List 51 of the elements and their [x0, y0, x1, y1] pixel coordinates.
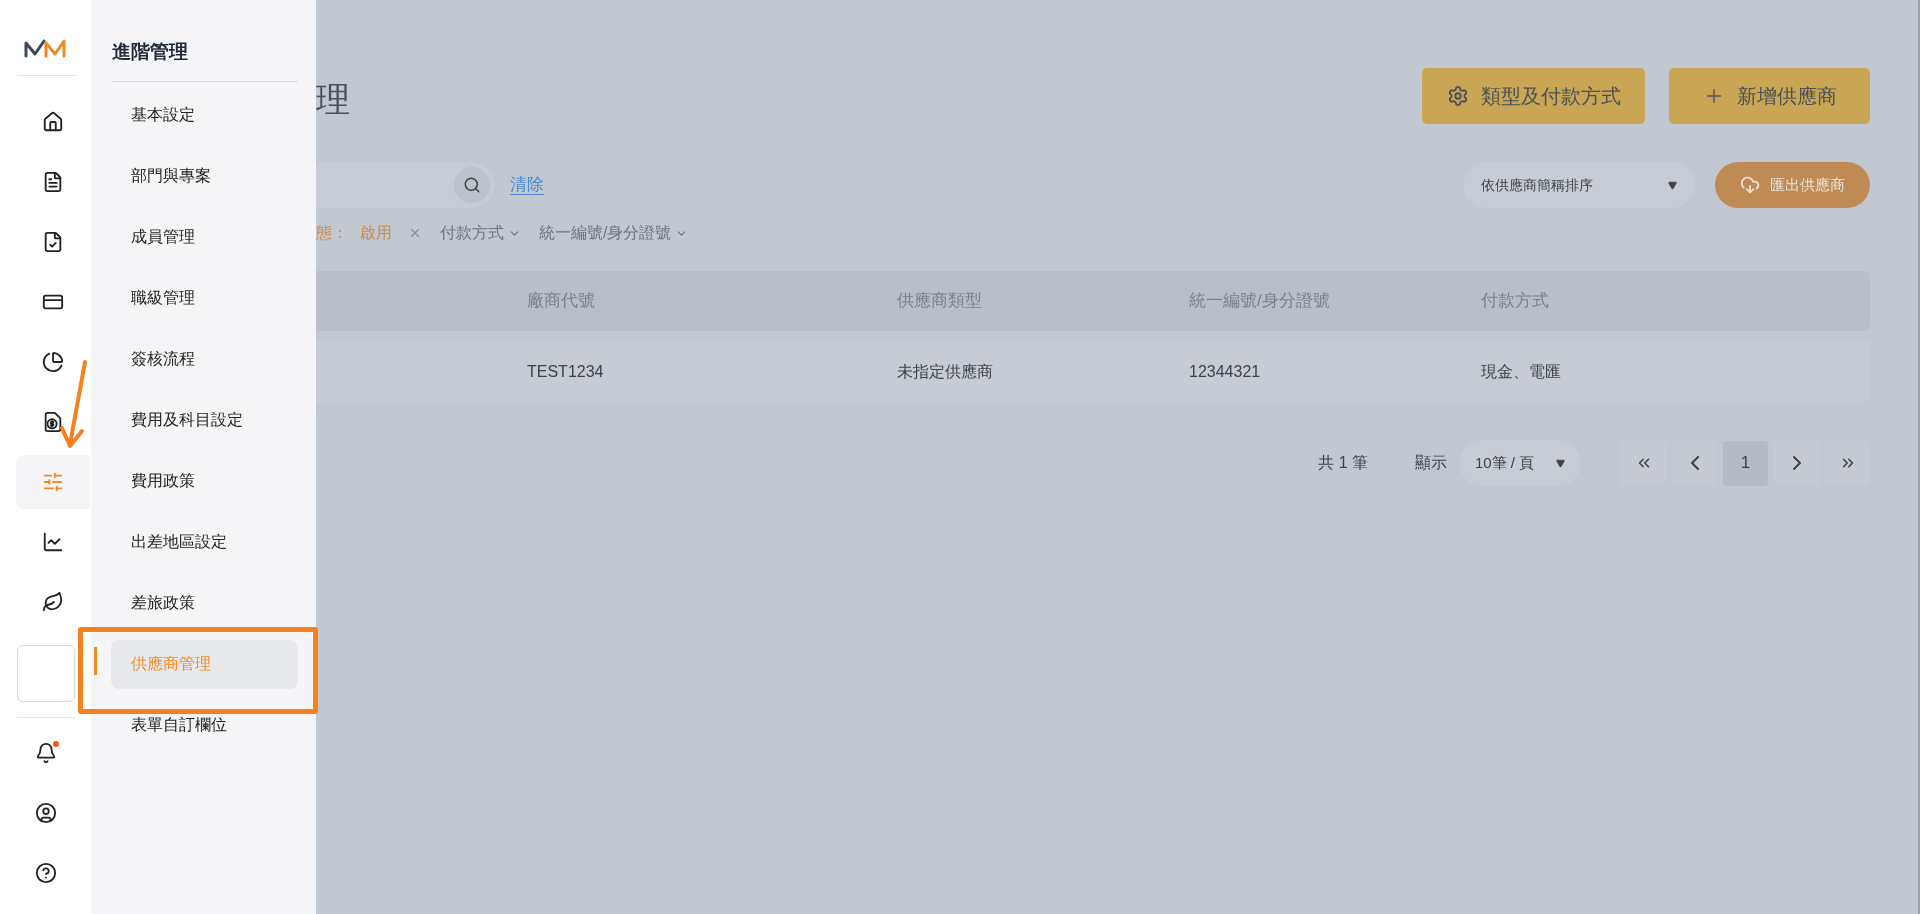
chevron-right-icon: [1792, 456, 1801, 470]
table-cell-text: TEST1234: [527, 362, 605, 382]
money-document-icon[interactable]: [42, 411, 64, 433]
menu-item[interactable]: 差旅政策: [111, 578, 298, 628]
page-button[interactable]: 1: [1723, 440, 1768, 486]
search-icon[interactable]: [463, 176, 481, 194]
menu-item[interactable]: 部門與專案: [111, 151, 298, 201]
sort-select[interactable]: 依供應商簡稱排序: [1463, 162, 1695, 208]
menu-item[interactable]: 簽核流程: [111, 334, 298, 384]
document-check-icon[interactable]: [42, 231, 64, 253]
home-icon[interactable]: [42, 111, 64, 133]
user-icon[interactable]: [34, 802, 57, 824]
page-title: 理: [316, 79, 350, 120]
menu-item[interactable]: 職級管理: [111, 273, 298, 323]
table-cell-text: 12344321: [1189, 362, 1262, 382]
bell-icon[interactable]: [34, 742, 57, 764]
menu-item[interactable]: 表單自訂欄位: [111, 700, 298, 750]
logo-icon: [23, 38, 68, 58]
menu-item[interactable]: 成員管理: [111, 212, 298, 262]
filter-value: 啟用: [360, 223, 392, 243]
leaf-icon[interactable]: [42, 591, 64, 613]
chevron-left-icon: [1690, 456, 1699, 470]
add-button[interactable]: 新增供應商: [1669, 68, 1870, 124]
table-cell-text: 未指定供應商: [897, 362, 994, 382]
page-size-label: 顯示: [1415, 453, 1447, 473]
column-header: 供應商類型: [897, 290, 983, 313]
search-field[interactable]: [316, 162, 495, 208]
dropdown-caret-icon: [1668, 180, 1677, 190]
menu-item[interactable]: 費用及科目設定: [111, 395, 298, 445]
menu-title: 進階管理: [111, 40, 189, 64]
page-size-select[interactable]: 10筆 / 頁: [1459, 440, 1581, 486]
pie-chart-icon[interactable]: [42, 351, 64, 373]
active-indicator: [94, 646, 97, 675]
menu-item[interactable]: 費用政策: [111, 456, 298, 506]
settings-button[interactable]: 類型及付款方式: [1422, 68, 1645, 124]
total-count: 共 1 筆: [1318, 453, 1368, 473]
table-cell-text: 現金、電匯: [1481, 362, 1562, 382]
blank-tile[interactable]: [16, 645, 75, 702]
menu-item[interactable]: 出差地區設定: [111, 517, 298, 567]
settings-icon: [1446, 85, 1469, 107]
sliders-icon[interactable]: [42, 471, 64, 493]
column-header: 付款方式: [1481, 290, 1550, 313]
line-chart-icon[interactable]: [42, 531, 64, 553]
dropdown-caret-icon: [1556, 458, 1565, 468]
filter-label: 態：: [316, 223, 348, 243]
column-header: 廠商代號: [527, 290, 596, 313]
document-icon[interactable]: [42, 171, 64, 193]
cloud-download-icon: [1740, 175, 1760, 195]
column-header: 統一編號/身分證號: [1189, 290, 1331, 313]
menu-item[interactable]: 基本設定: [111, 90, 298, 140]
help-icon[interactable]: [34, 862, 57, 884]
